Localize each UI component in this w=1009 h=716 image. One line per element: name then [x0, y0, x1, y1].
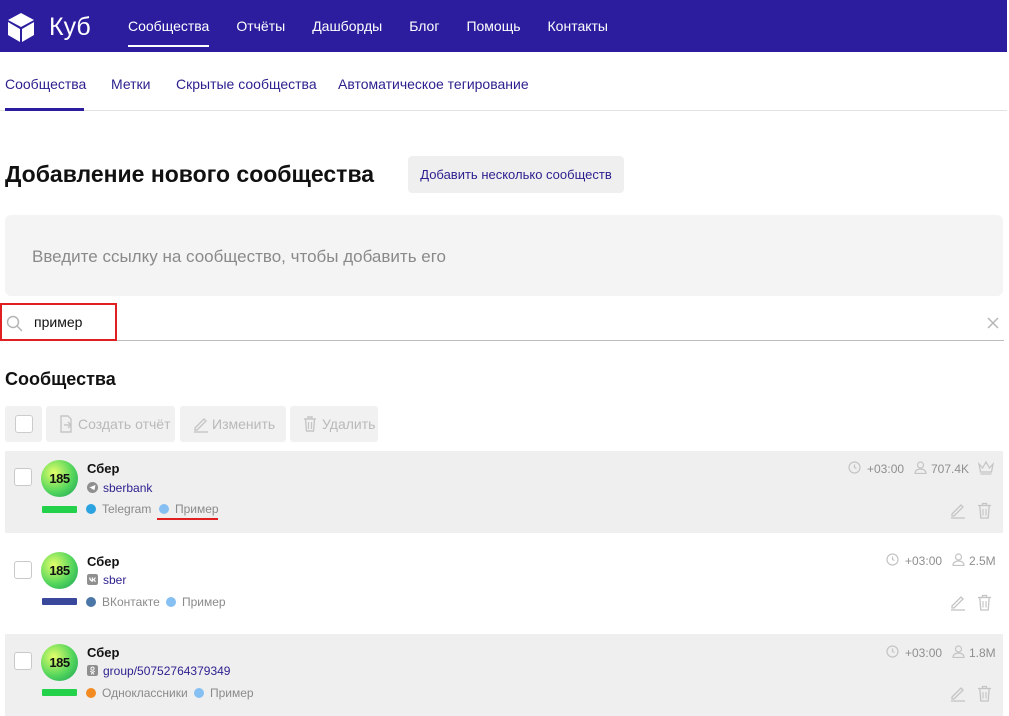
telegram-icon — [87, 482, 98, 493]
tag-label: Пример — [210, 686, 254, 700]
cube-logo-icon[interactable] — [5, 11, 37, 43]
nav-item-blog[interactable]: Блог — [409, 0, 439, 52]
trash-icon — [304, 416, 316, 432]
delete-label: Удалить — [322, 416, 376, 432]
nav-item-help[interactable]: Помощь — [466, 0, 520, 52]
trash-icon[interactable] — [977, 502, 992, 519]
example-tag[interactable]: Пример — [194, 686, 254, 700]
platform-label: Telegram — [102, 502, 152, 516]
platform-label: Одноклассники — [102, 686, 188, 700]
platform-tag: ВКонтакте — [86, 595, 160, 609]
close-icon[interactable] — [987, 317, 999, 329]
tab-hidden-communities[interactable]: Скрытые сообщества — [176, 76, 317, 92]
avatar: 185 — [41, 644, 78, 681]
add-multiple-communities-button[interactable]: Добавить несколько сообществ — [408, 156, 624, 193]
crown-icon — [978, 460, 994, 475]
platform-tag: Telegram — [86, 502, 151, 516]
clock-icon — [886, 645, 899, 658]
pencil-icon — [194, 418, 208, 433]
community-handle-link[interactable]: sber — [103, 573, 126, 587]
row-checkbox[interactable] — [14, 468, 32, 486]
row-checkbox[interactable] — [14, 652, 32, 670]
tab-auto-tagging[interactable]: Автоматическое тегирование — [338, 76, 529, 92]
tag-label: Пример — [182, 595, 226, 609]
status-bar — [42, 598, 77, 605]
community-handle-link[interactable]: group/50752764379349 — [103, 664, 230, 678]
community-handle-link[interactable]: sberbank — [103, 481, 152, 495]
timezone: +03:00 — [905, 554, 943, 568]
avatar-text: 185 — [49, 655, 70, 670]
community-name[interactable]: Сбер — [87, 645, 119, 660]
edit-button[interactable]: Изменить — [180, 406, 286, 442]
pencil-icon[interactable] — [949, 502, 967, 519]
communities-section-title: Сообщества — [5, 369, 116, 389]
delete-button[interactable]: Удалить — [290, 406, 378, 442]
pencil-icon[interactable] — [949, 594, 967, 611]
avatar-text: 185 — [49, 471, 70, 486]
trash-icon[interactable] — [977, 594, 992, 611]
vk-icon — [87, 574, 98, 585]
community-row[interactable]: 185 Сбер group/50752764379349 Одноклассн… — [5, 634, 1003, 716]
trash-icon[interactable] — [977, 685, 992, 702]
status-bar — [42, 506, 77, 513]
tab-communities[interactable]: Сообщества — [5, 76, 86, 92]
timezone: +03:00 — [867, 462, 905, 476]
nav-item-dashboards[interactable]: Дашборды — [312, 0, 382, 52]
logo-text[interactable]: Куб — [49, 13, 91, 41]
community-link-input[interactable]: Введите ссылку на сообщество, чтобы доба… — [5, 215, 1003, 296]
status-bar — [42, 689, 77, 696]
platform-tag: Одноклассники — [86, 686, 188, 700]
user-icon — [952, 645, 965, 658]
community-row[interactable]: 185 Сбер sber ВКонтакте Пример +03:00 2.… — [5, 543, 1003, 625]
avatar-text: 185 — [49, 563, 70, 578]
nav-item-contacts[interactable]: Контакты — [548, 0, 608, 52]
sub-tabs: Сообщества Метки Скрытые сообщества Авто… — [0, 52, 1007, 111]
export-report-icon — [60, 415, 72, 433]
avatar: 185 — [41, 552, 78, 589]
nav-item-reports[interactable]: Отчёты — [236, 0, 285, 52]
user-icon — [914, 461, 927, 474]
tag-highlight-underline — [157, 518, 218, 520]
example-tag[interactable]: Пример — [159, 502, 219, 516]
tab-labels[interactable]: Метки — [111, 76, 151, 92]
community-row[interactable]: 185 Сбер sberbank Telegram Пример +03:00… — [5, 451, 1003, 533]
search-highlight-box — [0, 303, 117, 341]
edit-label: Изменить — [212, 416, 276, 432]
example-tag[interactable]: Пример — [166, 595, 226, 609]
clock-icon — [848, 461, 861, 474]
main-nav: Сообщества Отчёты Дашборды Блог Помощь К… — [128, 0, 635, 52]
platform-label: ВКонтакте — [102, 595, 160, 609]
page-title: Добавление нового сообщества — [5, 161, 375, 187]
subscribers-count: 1.8M — [969, 646, 996, 660]
search-bar — [0, 305, 1004, 341]
active-tab-indicator — [5, 108, 84, 111]
nav-item-communities[interactable]: Сообщества — [128, 0, 210, 52]
select-all-checkbox[interactable] — [5, 406, 42, 442]
top-navbar: Куб Сообщества Отчёты Дашборды Блог Помо… — [0, 0, 1007, 52]
timezone: +03:00 — [905, 646, 943, 660]
create-report-button[interactable]: Создать отчёт — [46, 406, 175, 442]
pencil-icon[interactable] — [949, 685, 967, 702]
odnoklassniki-icon — [87, 665, 98, 676]
user-icon — [952, 553, 965, 566]
community-name[interactable]: Сбер — [87, 554, 119, 569]
row-checkbox[interactable] — [14, 561, 32, 579]
tag-label: Пример — [175, 502, 219, 516]
community-name[interactable]: Сбер — [87, 461, 119, 476]
create-report-label: Создать отчёт — [78, 416, 171, 432]
clock-icon — [886, 553, 899, 566]
avatar: 185 — [41, 460, 78, 497]
subscribers-count: 707.4K — [931, 462, 970, 476]
subscribers-count: 2.5M — [969, 554, 996, 568]
